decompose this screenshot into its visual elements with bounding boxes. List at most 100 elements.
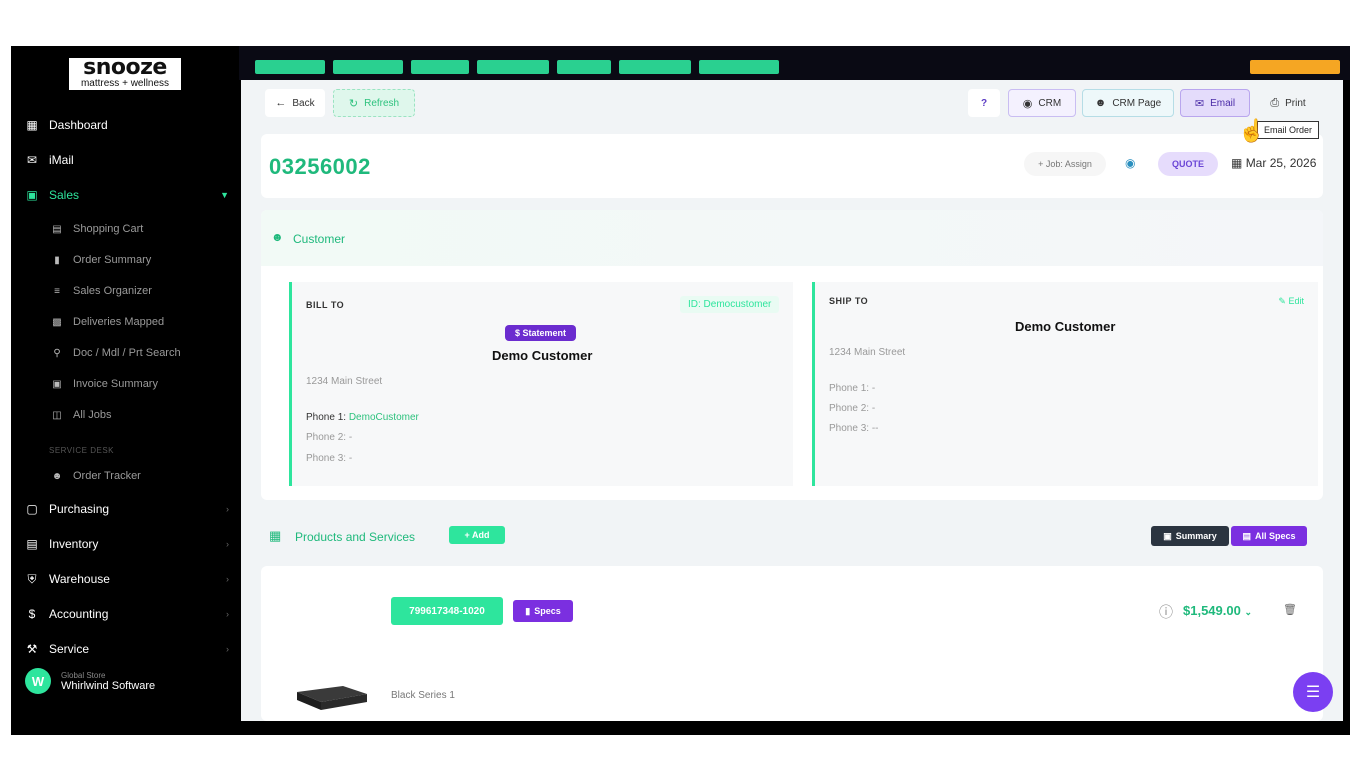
product-image[interactable] — [293, 682, 369, 712]
customer-section-title: Customer — [293, 232, 346, 246]
trash-icon[interactable]: 🗑 — [1283, 603, 1297, 616]
user-org: Whirlwind Software — [61, 679, 156, 692]
envelope-icon: ✉ — [1194, 97, 1205, 110]
top-tab[interactable] — [411, 60, 469, 74]
sidebar-item-inventory[interactable]: ▤ Inventory › — [11, 530, 239, 558]
brand-tagline: mattress + wellness — [80, 78, 170, 89]
top-tab[interactable] — [333, 60, 403, 74]
chevron-down-icon: ⌄ — [1244, 607, 1253, 617]
top-tab[interactable] — [557, 60, 611, 74]
job-assign-button[interactable]: + Job: Assign — [1024, 152, 1106, 176]
sidebar-subitem-label: Order Tracker — [73, 470, 141, 482]
refresh-button[interactable]: ↻ Refresh — [333, 89, 415, 117]
sidebar-subitem-deliveries-mapped[interactable]: ▩ Deliveries Mapped — [11, 310, 239, 334]
warehouse-icon: ⛨ — [27, 571, 37, 586]
document-icon: ▮ — [54, 254, 60, 266]
hand-cursor-icon: ☝ — [1238, 118, 1266, 143]
products-section-title: Products and Services — [295, 530, 416, 544]
chat-icon: ☰ — [1305, 684, 1321, 701]
sidebar-subitem-label: Order Summary — [73, 254, 152, 266]
printer-icon: ⎙ — [1270, 96, 1280, 109]
sidebar-item-label: Dashboard — [49, 118, 108, 132]
sidebar-item-label: Warehouse — [49, 572, 110, 586]
people-icon: ☻ — [1094, 97, 1107, 109]
dashboard-icon: ▦ — [26, 118, 38, 132]
ship-customer-name: Demo Customer — [1015, 319, 1116, 334]
print-button[interactable]: ⎙ Print — [1257, 89, 1319, 117]
sidebar-subitem-sales-organizer[interactable]: ≡ Sales Organizer — [11, 279, 239, 303]
question-icon: ? — [980, 97, 988, 109]
sidebar-item-warehouse[interactable]: ⛨ Warehouse › — [11, 565, 239, 593]
top-action[interactable] — [1250, 60, 1340, 74]
edit-label: Edit — [1288, 296, 1304, 306]
arrow-left-icon: ← — [275, 97, 287, 109]
bill-street: 1234 Main Street — [306, 376, 383, 387]
back-label: Back — [292, 97, 315, 109]
top-tab[interactable] — [699, 60, 779, 74]
ship-street: 1234 Main Street — [829, 347, 906, 358]
sidebar-item-imail[interactable]: ✉ iMail — [11, 146, 239, 174]
status-badge[interactable]: QUOTE — [1158, 152, 1218, 176]
order-date-value: Mar 25, 2026 — [1245, 156, 1317, 170]
order-date: ▦ Mar 25, 2026 — [1231, 156, 1316, 170]
customer-card-header — [261, 210, 1323, 266]
all-specs-button[interactable]: ▤ All Specs — [1231, 526, 1307, 546]
sidebar-subitem-doc-search[interactable]: ⚲ Doc / Mdl / Prt Search — [11, 341, 239, 365]
crm-button[interactable]: ◉ CRM — [1008, 89, 1076, 117]
top-tab[interactable] — [477, 60, 549, 74]
mail-icon: ✉ — [26, 153, 38, 167]
email-label: Email — [1210, 97, 1236, 109]
crm-page-button[interactable]: ☻ CRM Page — [1082, 89, 1174, 117]
top-tab[interactable] — [255, 60, 325, 74]
product-specs-button[interactable]: ▮ Specs — [513, 600, 573, 622]
sidebar-item-label: Purchasing — [49, 502, 110, 516]
sidebar-subitem-all-jobs[interactable]: ◫ All Jobs — [11, 403, 239, 427]
customer-id-badge[interactable]: ID: Democustomer — [680, 296, 780, 313]
sidebar-subitem-shopping-cart[interactable]: ▤ Shopping Cart — [11, 217, 239, 241]
sidebar-item-accounting[interactable]: $ Accounting › — [11, 600, 239, 628]
sidebar-item-service[interactable]: ⚒ Service › — [11, 635, 239, 663]
product-price[interactable]: $1,549.00 ⌄ — [1183, 603, 1252, 618]
sidebar-item-dashboard[interactable]: ▦ Dashboard — [11, 111, 239, 139]
summary-label: Summary — [1175, 531, 1217, 541]
top-tab[interactable] — [619, 60, 691, 74]
chat-button[interactable]: ☰ — [1293, 672, 1333, 712]
product-sku-button[interactable]: 799617348-1020 — [391, 597, 503, 625]
add-product-button[interactable]: + Add — [449, 526, 505, 544]
edit-ship-link[interactable]: ✎ Edit — [1278, 296, 1304, 307]
info-icon[interactable]: ⓘ — [1159, 602, 1173, 622]
chevron-right-icon: › — [226, 574, 229, 584]
table-icon: ▦ — [269, 528, 282, 543]
summary-button[interactable]: ▣ Summary — [1151, 526, 1229, 546]
help-button[interactable]: ? — [968, 89, 1000, 117]
sidebar-subitem-order-tracker[interactable]: ☻ Order Tracker — [11, 464, 239, 488]
inventory-icon: ▤ — [26, 537, 38, 551]
document-icon: ▮ — [525, 605, 531, 616]
sidebar-item-sales[interactable]: ▣ Sales ▼ — [11, 181, 239, 209]
sidebar-item-label: Sales — [49, 188, 80, 202]
statement-button[interactable]: $ Statement — [505, 325, 577, 341]
sidebar: snooze mattress + wellness ▦ Dashboard ✉… — [11, 46, 239, 735]
brand-logo[interactable]: snooze mattress + wellness — [69, 57, 181, 90]
sidebar-item-label: Service — [49, 642, 90, 656]
sidebar-subitem-order-summary[interactable]: ▮ Order Summary — [11, 248, 239, 272]
toolbar: ← Back ↻ Refresh ? ◉ CRM ☻ CRM Page ✉ Em… — [241, 80, 1343, 126]
order-number: 03256002 — [269, 154, 371, 179]
pencil-icon: ✎ — [1278, 296, 1286, 306]
bill-phone1-link[interactable]: DemoCustomer — [349, 412, 419, 423]
back-button[interactable]: ← Back — [265, 89, 325, 117]
refresh-label: Refresh — [364, 97, 400, 109]
sidebar-item-purchasing[interactable]: ▢ Purchasing › — [11, 495, 239, 523]
email-button[interactable]: ✉ Email — [1180, 89, 1250, 117]
camera-icon[interactable]: ◉ — [1125, 156, 1141, 170]
sidebar-subitem-label: All Jobs — [73, 409, 112, 421]
user-profile[interactable]: W Global Store Whirlwind Software — [25, 668, 155, 694]
chevron-right-icon: › — [226, 644, 229, 654]
price-value: $1,549.00 — [1183, 603, 1241, 618]
print-label: Print — [1285, 97, 1306, 109]
sidebar-section-caption: SERVICE DESK — [49, 446, 114, 455]
bill-to-heading: BILL TO — [306, 300, 345, 310]
sidebar-subitem-label: Doc / Mdl / Prt Search — [73, 347, 181, 359]
ship-phone3: Phone 3: -- — [829, 423, 879, 434]
sidebar-subitem-invoice-summary[interactable]: ▣ Invoice Summary — [11, 372, 239, 396]
